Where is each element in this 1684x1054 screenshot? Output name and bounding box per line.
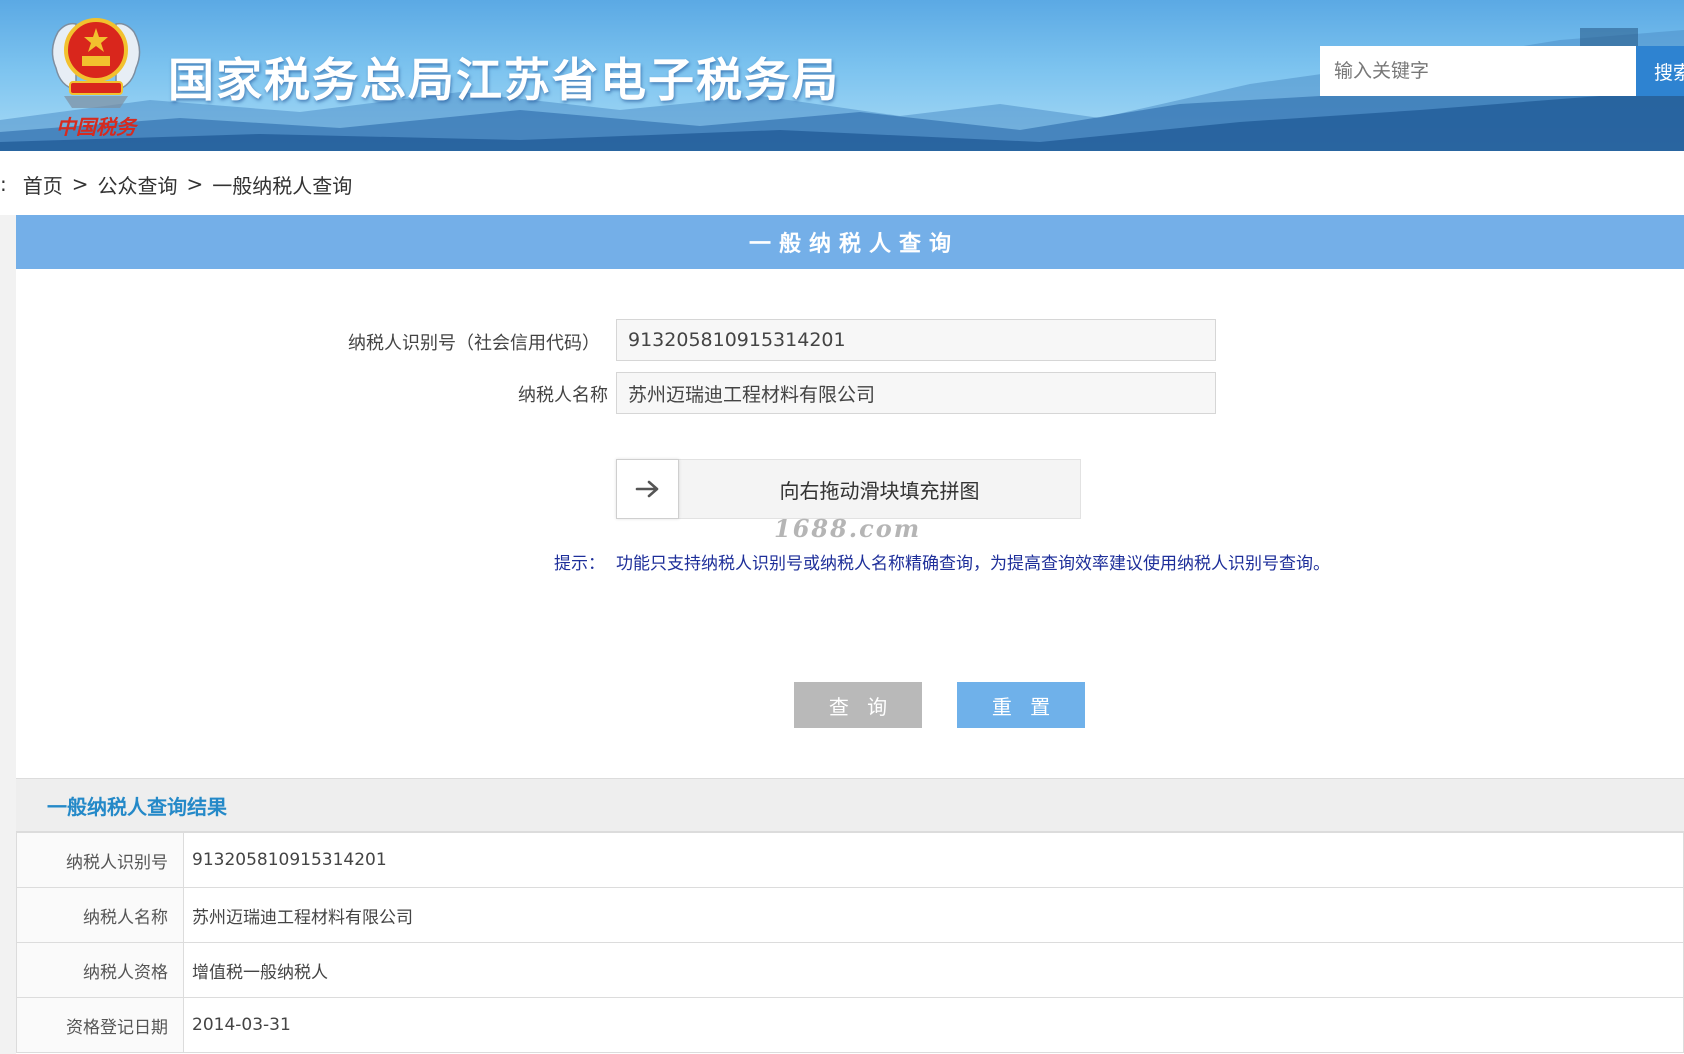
breadcrumb-current: 一般纳税人查询	[212, 173, 353, 198]
reset-button[interactable]: 重 置	[957, 682, 1085, 728]
table-row: 纳税人名称 苏州迈瑞迪工程材料有限公司	[16, 887, 1684, 943]
taxpayer-id-input[interactable]	[616, 319, 1216, 361]
breadcrumb-public-query[interactable]: 公众查询	[98, 170, 178, 199]
breadcrumb-home[interactable]: 首页	[23, 170, 63, 199]
svg-text:中国税务: 中国税务	[56, 115, 139, 139]
table-row: 资格登记日期 2014-03-31	[16, 997, 1684, 1053]
search-input[interactable]	[1320, 46, 1636, 96]
taxpayer-id-label: 纳税人识别号（社会信用代码）	[348, 333, 600, 354]
breadcrumb-separator: >	[71, 172, 89, 196]
watermark: 1688.com	[774, 514, 922, 543]
site-title: 国家税务总局江苏省电子税务局	[168, 53, 840, 107]
table-row: 纳税人资格 增值税一般纳税人	[16, 942, 1684, 998]
row-value: 增值税一般纳税人	[183, 942, 1684, 998]
row-value: 苏州迈瑞迪工程材料有限公司	[183, 887, 1684, 943]
arrow-right-icon	[635, 480, 658, 498]
header-banner: 中国税务 国家税务总局江苏省电子税务局 搜索	[0, 0, 1684, 151]
row-label: 纳税人名称	[16, 887, 184, 943]
query-panel-title: 一般纳税人查询	[748, 232, 959, 257]
row-label: 资格登记日期	[16, 997, 184, 1053]
query-button[interactable]: 查 询	[794, 682, 922, 728]
breadcrumb: : 首页 > 公众查询 > 一般纳税人查询	[0, 168, 352, 200]
breadcrumb-separator: >	[186, 172, 204, 196]
slider-instruction: 向右拖动滑块填充拼图	[779, 478, 980, 503]
national-emblem-logo: 中国税务	[46, 10, 146, 142]
row-label: 纳税人资格	[16, 942, 184, 998]
table-row: 纳税人识别号 913205810915314201	[16, 832, 1684, 888]
results-title: 一般纳税人查询结果	[47, 794, 227, 819]
tip-label: 提示：	[554, 554, 605, 574]
taxpayer-name-label: 纳税人名称	[518, 385, 608, 406]
page: 中国税务 国家税务总局江苏省电子税务局 搜索 : 首页 > 公众查询 > 一般纳…	[0, 0, 1684, 1054]
taxpayer-name-input[interactable]	[616, 372, 1216, 414]
query-panel-header: 一般纳税人查询	[16, 215, 1684, 269]
results-table: 纳税人识别号 913205810915314201 纳税人名称 苏州迈瑞迪工程材…	[16, 832, 1684, 1053]
results-header: 一般纳税人查询结果	[16, 778, 1684, 832]
tip-text: 功能只支持纳税人识别号或纳税人名称精确查询，为提高查询效率建议使用纳税人识别号查…	[616, 554, 1330, 574]
row-value: 2014-03-31	[183, 997, 1684, 1053]
slider-captcha: 向右拖动滑块填充拼图	[616, 459, 1081, 519]
slider-handle[interactable]	[616, 459, 679, 519]
row-value: 913205810915314201	[183, 832, 1684, 888]
breadcrumb-lead: :	[0, 172, 7, 196]
row-label: 纳税人识别号	[16, 832, 184, 888]
left-border-strip	[0, 215, 16, 1054]
search-button[interactable]: 搜索	[1636, 46, 1684, 96]
